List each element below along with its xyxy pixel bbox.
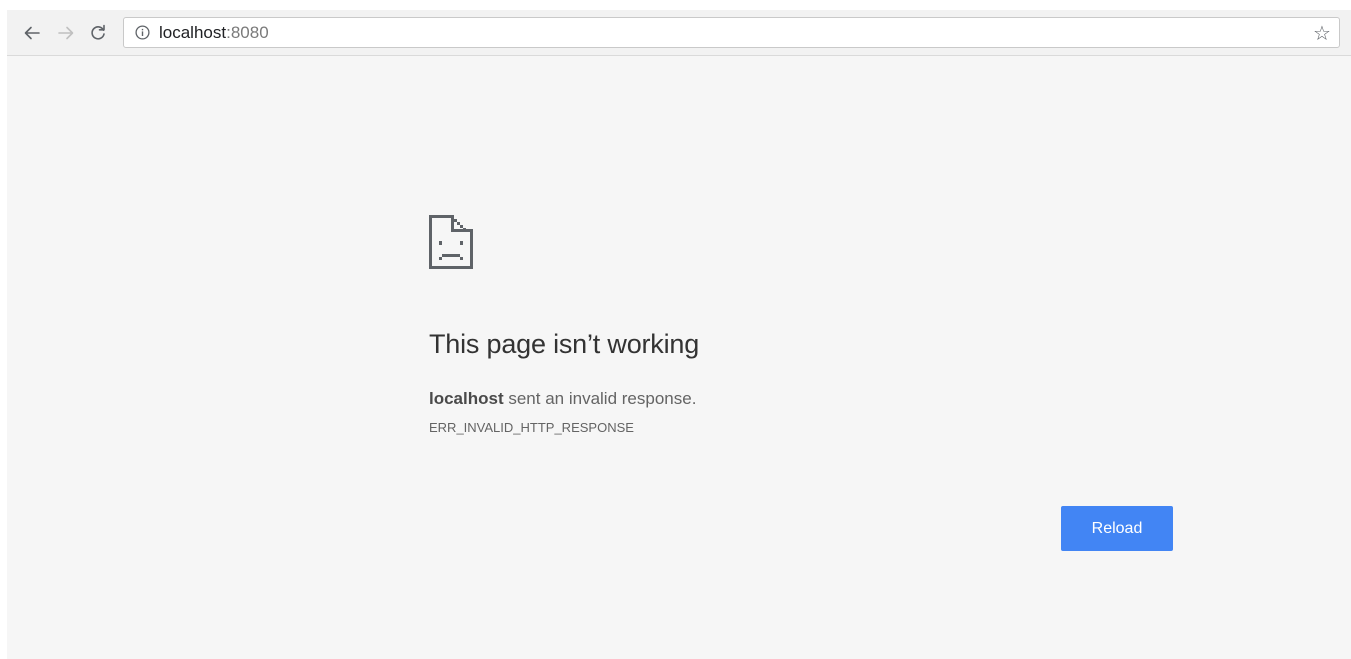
url-host: localhost	[159, 23, 227, 42]
address-bar[interactable]: localhost:8080 ☆	[123, 17, 1340, 48]
info-icon[interactable]	[135, 25, 150, 40]
reload-button[interactable]: Reload	[1061, 506, 1173, 551]
back-button[interactable]	[20, 21, 44, 45]
error-description: localhost sent an invalid response.	[429, 388, 696, 410]
error-message: sent an invalid response.	[503, 389, 697, 408]
error-code: ERR_INVALID_HTTP_RESPONSE	[429, 420, 634, 435]
error-title: This page isn’t working	[429, 329, 700, 359]
forward-button[interactable]	[54, 21, 78, 45]
star-icon[interactable]: ☆	[1312, 23, 1332, 43]
reload-icon	[91, 24, 105, 40]
reload-nav-button[interactable]	[86, 21, 110, 45]
url-text[interactable]: localhost:8080	[159, 24, 269, 42]
url-port: :8080	[226, 23, 269, 42]
arrow-right-icon	[58, 26, 74, 40]
arrow-left-icon	[24, 26, 40, 40]
browser-toolbar: localhost:8080 ☆	[7, 10, 1351, 56]
error-host: localhost	[429, 389, 504, 408]
browser-window: localhost:8080 ☆ This page isn’t working…	[7, 10, 1351, 659]
error-page: This page isn’t working localhost sent a…	[7, 57, 1351, 659]
sad-page-icon	[429, 215, 473, 269]
